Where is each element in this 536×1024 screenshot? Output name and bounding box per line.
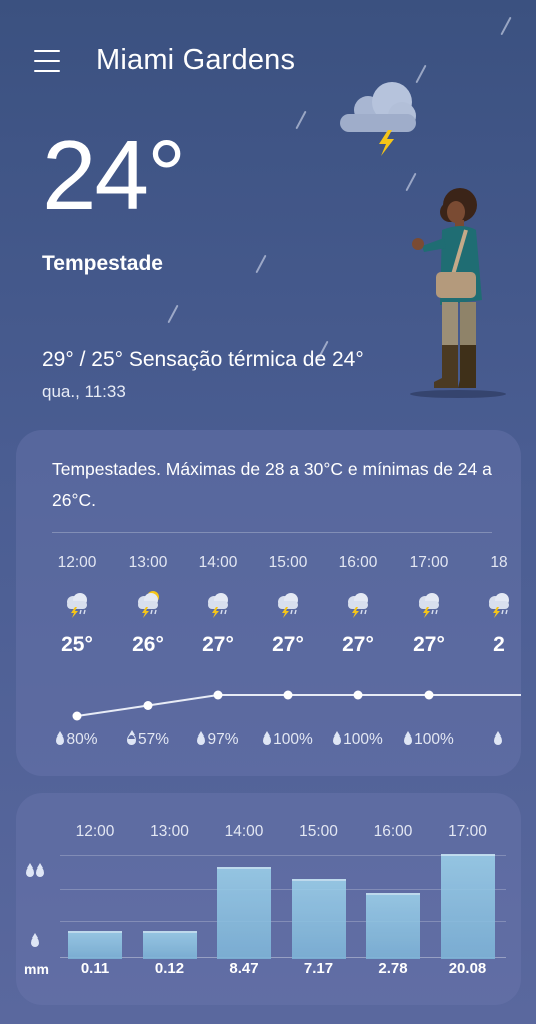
storm-cloud-icon [340,82,416,156]
precipitation-time: 13:00 [150,823,189,840]
temperature-point [353,690,363,700]
current-datetime: qua., 11:33 [42,382,126,401]
precipitation-amount: 0.11 [80,960,110,977]
precipitation-bar [291,879,346,959]
city-name[interactable]: Miami Gardens [96,44,295,77]
gridline [60,855,506,856]
current-temperature: 24° [42,120,186,230]
precipitation-bar [217,867,271,959]
temperature-point [283,690,293,700]
hourly-forecast-card[interactable]: Tempestades. Máximas de 28 a 30°C e míni… [16,430,521,776]
temperature-trend-line [72,690,521,721]
heavy-rain-drops-icon [26,863,46,881]
light-rain-drop-icon [31,933,41,951]
gridline [60,889,506,890]
precipitation-time: 14:00 [224,823,264,840]
min-max-feels-like: 29° / 25° Sensação térmica de 24° [42,348,364,371]
current-condition: Tempestade [42,252,163,275]
rain-streak [167,304,179,324]
precipitation-time: 17:00 [448,823,487,840]
baseline [60,957,506,958]
precipitation-bar [68,931,122,959]
temperature-point [424,690,434,700]
precipitation-amount: 0.12 [154,960,185,977]
precipitation-bar [142,931,197,959]
person-figure [412,188,482,388]
precipitation-amount: 7.17 [303,960,334,977]
temperature-point [213,690,223,700]
hamburger-menu-icon[interactable] [34,50,60,72]
rain-streak [500,16,512,36]
precipitation-bar [366,893,420,959]
storm-cloud-person-rain-illustration [340,82,506,398]
precipitation-unit-label: mm [24,961,49,977]
precipitation-bar [440,854,495,959]
rain-streak [255,254,267,274]
precipitation-chart-card[interactable]: mm 12:00 0.11 13:00 0.12 14:00 8.47 15:00 7.17 1… [16,793,521,1005]
precipitation-amount: 2.78 [378,960,408,977]
rain-streak [295,110,307,130]
precipitation-amount: 8.47 [229,960,259,977]
temperature-point [143,701,153,710]
precipitation-time: 12:00 [75,823,115,840]
lightning-bolt [379,130,394,156]
precipitation-time: 16:00 [373,823,413,840]
gridline [60,921,506,922]
precipitation-amount: 20.08 [448,960,487,977]
temperature-point [72,711,82,721]
precipitation-time: 15:00 [299,823,338,840]
